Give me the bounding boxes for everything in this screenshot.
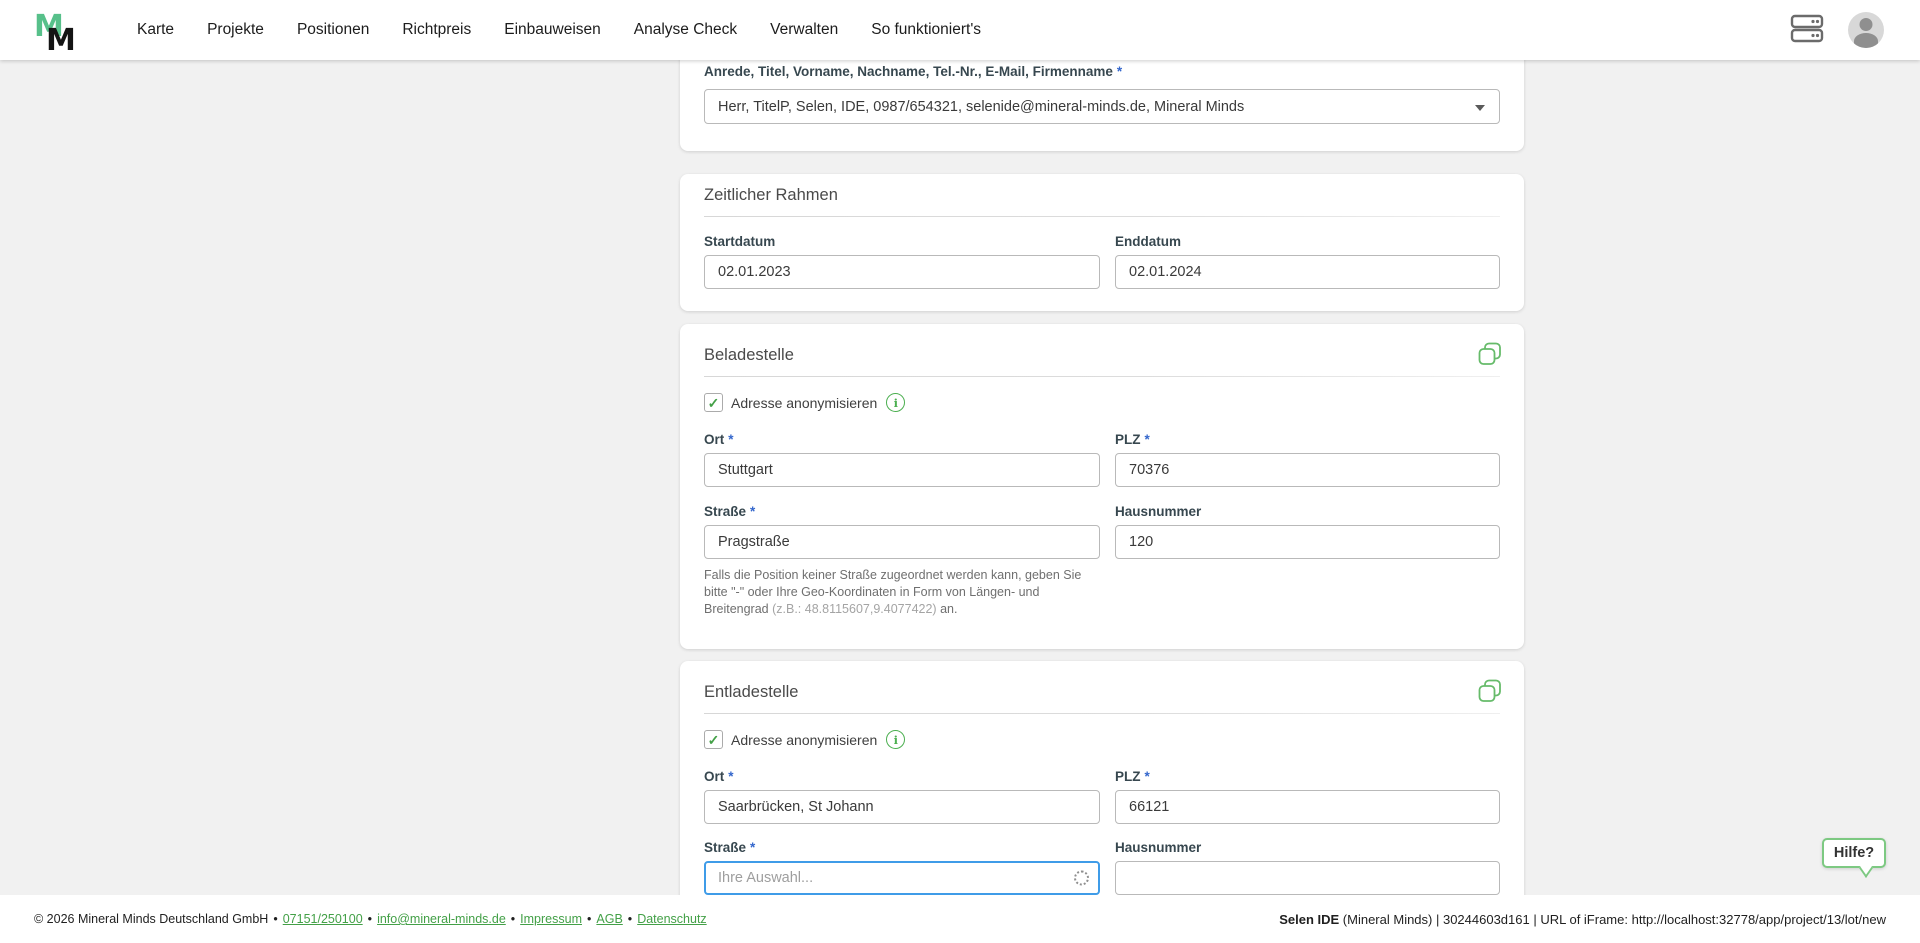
- startdatum-input[interactable]: [704, 255, 1100, 289]
- copy-icon[interactable]: [1478, 679, 1502, 708]
- section-title: Beladestelle: [704, 346, 1500, 365]
- divider: [704, 713, 1500, 714]
- entladestelle-ort-input[interactable]: [704, 790, 1100, 824]
- agb-link[interactable]: AGB: [596, 912, 622, 926]
- section-title: Zeitlicher Rahmen: [704, 186, 1500, 205]
- avatar-body-icon: [1854, 33, 1878, 48]
- strasse-label: Straße *: [704, 840, 1100, 855]
- ide-name: Selen IDE: [1279, 912, 1339, 927]
- required-asterisk: *: [1145, 432, 1150, 447]
- main-menu: Karte Projekte Positionen Richtpreis Ein…: [137, 21, 981, 39]
- phone-link[interactable]: 07151/250100: [283, 912, 363, 926]
- copyright-text: © 2026 Mineral Minds Deutschland GmbH: [34, 912, 268, 926]
- required-asterisk: *: [750, 840, 755, 855]
- entladestelle-card: Entladestelle ✓ Adresse anonymisieren i …: [680, 661, 1524, 911]
- beladestelle-hausnummer-input[interactable]: [1115, 525, 1500, 559]
- required-asterisk: *: [1145, 769, 1150, 784]
- avatar-head-icon: [1860, 18, 1873, 31]
- separator: •: [511, 912, 515, 926]
- required-asterisk: *: [728, 769, 733, 784]
- checkmark-icon: ✓: [708, 396, 720, 410]
- required-asterisk: *: [1117, 64, 1122, 79]
- separator: •: [628, 912, 632, 926]
- nav-item-verwalten[interactable]: Verwalten: [770, 21, 838, 39]
- server-list-icon[interactable]: [1790, 12, 1824, 49]
- contact-select-value: Herr, TitelP, Selen, IDE, 0987/654321, s…: [718, 99, 1244, 115]
- ort-label-text: Ort: [704, 769, 724, 784]
- divider: [704, 216, 1500, 217]
- footer-status: Selen IDE (Mineral Minds) | 30244603d161…: [1279, 912, 1886, 927]
- beladestelle-card: Beladestelle ✓ Adresse anonymisieren i O…: [680, 324, 1524, 649]
- contact-select[interactable]: Herr, TitelP, Selen, IDE, 0987/654321, s…: [704, 89, 1500, 124]
- nav-item-positionen[interactable]: Positionen: [297, 21, 369, 39]
- nav-item-analyse-check[interactable]: Analyse Check: [634, 21, 737, 39]
- nav-item-projekte[interactable]: Projekte: [207, 21, 264, 39]
- strasse-label-text: Straße: [704, 840, 746, 855]
- ort-label-text: Ort: [704, 432, 724, 447]
- nav-item-richtpreis[interactable]: Richtpreis: [402, 21, 471, 39]
- page: M M Karte Projekte Positionen Richtpreis…: [0, 0, 1920, 943]
- beladestelle-strasse-input[interactable]: [704, 525, 1100, 559]
- info-icon[interactable]: i: [886, 730, 905, 749]
- datenschutz-link[interactable]: Datenschutz: [637, 912, 706, 926]
- nav-item-einbauweisen[interactable]: Einbauweisen: [504, 21, 601, 39]
- footer-left: © 2026 Mineral Minds Deutschland GmbH • …: [34, 912, 707, 926]
- anonymize-checkbox[interactable]: ✓: [704, 730, 723, 749]
- footer: © 2026 Mineral Minds Deutschland GmbH • …: [0, 895, 1920, 943]
- iframe-url-text: (Mineral Minds) | 30244603d161 | URL of …: [1339, 912, 1886, 927]
- app-logo[interactable]: M M: [33, 8, 85, 59]
- enddatum-label: Enddatum: [1115, 234, 1500, 249]
- anonymize-label: Adresse anonymisieren: [731, 395, 877, 411]
- email-link[interactable]: info@mineral-minds.de: [377, 912, 506, 926]
- chevron-down-icon: [1475, 105, 1485, 111]
- entladestelle-plz-input[interactable]: [1115, 790, 1500, 824]
- help-bubble-tail: [1859, 858, 1873, 878]
- help-example: (z.B.: 48.8115607,9.4077422): [772, 602, 936, 616]
- section-title: Entladestelle: [704, 683, 1500, 702]
- plz-label-text: PLZ: [1115, 432, 1141, 447]
- nav-item-karte[interactable]: Karte: [137, 21, 174, 39]
- plz-label-text: PLZ: [1115, 769, 1141, 784]
- entladestelle-strasse-input[interactable]: [704, 861, 1100, 895]
- timeframe-card: Zeitlicher Rahmen Startdatum Enddatum: [680, 174, 1524, 311]
- impressum-link[interactable]: Impressum: [520, 912, 582, 926]
- checkmark-icon: ✓: [708, 733, 720, 747]
- separator: •: [273, 912, 277, 926]
- strasse-help-text: Falls die Position keiner Straße zugeord…: [704, 567, 1104, 618]
- nav-item-so-funktionierts[interactable]: So funktioniert's: [871, 21, 981, 39]
- help-button-label: Hilfe?: [1834, 845, 1874, 861]
- help-suffix: an.: [937, 602, 958, 616]
- copy-icon[interactable]: [1478, 342, 1502, 371]
- strasse-label-text: Straße: [704, 504, 746, 519]
- anonymize-checkbox[interactable]: ✓: [704, 393, 723, 412]
- beladestelle-ort-input[interactable]: [704, 453, 1100, 487]
- anonymize-label: Adresse anonymisieren: [731, 732, 877, 748]
- strasse-label: Straße *: [704, 504, 1100, 519]
- separator: •: [368, 912, 372, 926]
- user-avatar[interactable]: [1848, 12, 1884, 48]
- required-asterisk: *: [728, 432, 733, 447]
- contact-label: Anrede, Titel, Vorname, Nachname, Tel.-N…: [704, 64, 1500, 79]
- hausnummer-label: Hausnummer: [1115, 840, 1500, 855]
- beladestelle-plz-input[interactable]: [1115, 453, 1500, 487]
- divider: [704, 376, 1500, 377]
- plz-label: PLZ *: [1115, 432, 1500, 447]
- ort-label: Ort *: [704, 432, 1100, 447]
- enddatum-input[interactable]: [1115, 255, 1500, 289]
- svg-text:M: M: [46, 23, 76, 54]
- startdatum-label: Startdatum: [704, 234, 1100, 249]
- plz-label: PLZ *: [1115, 769, 1500, 784]
- help-button[interactable]: Hilfe?: [1822, 838, 1886, 868]
- info-icon[interactable]: i: [886, 393, 905, 412]
- top-nav: M M Karte Projekte Positionen Richtpreis…: [0, 0, 1920, 60]
- required-asterisk: *: [750, 504, 755, 519]
- contact-label-text: Anrede, Titel, Vorname, Nachname, Tel.-N…: [704, 64, 1113, 79]
- loading-spinner-icon: [1074, 871, 1089, 886]
- hausnummer-label: Hausnummer: [1115, 504, 1500, 519]
- entladestelle-hausnummer-input[interactable]: [1115, 861, 1500, 895]
- separator: •: [587, 912, 591, 926]
- ort-label: Ort *: [704, 769, 1100, 784]
